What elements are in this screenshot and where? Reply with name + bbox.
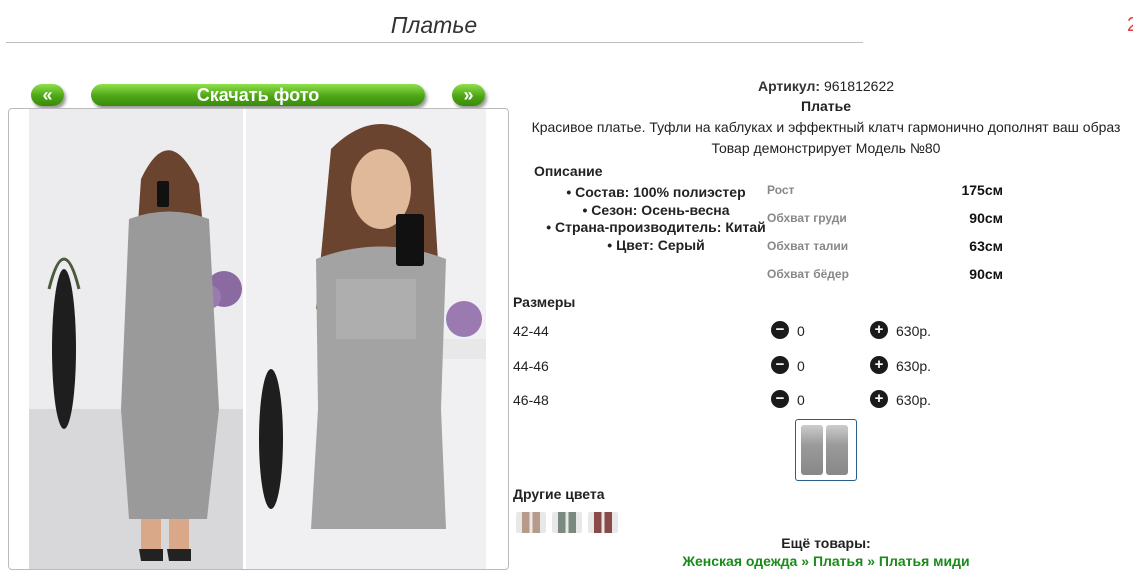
- sizes-heading: Размеры: [513, 294, 576, 310]
- model-photo-right-illustration: [246, 109, 486, 569]
- thumbnail-photo-front: [801, 425, 823, 475]
- product-photo-frame: [8, 108, 509, 570]
- corner-mark: 2: [1127, 14, 1133, 36]
- download-photo-button[interactable]: Скачать фото: [91, 84, 425, 106]
- measurement-value: 63см: [969, 238, 1003, 254]
- decrease-quantity-button[interactable]: −: [771, 390, 789, 408]
- measurement-label: Рост: [767, 183, 795, 197]
- thumbnail-photo-close-up: [826, 425, 848, 475]
- decrease-quantity-button[interactable]: −: [771, 321, 789, 339]
- size-price: 630р.: [896, 392, 932, 408]
- page-title: Платье: [390, 12, 478, 38]
- quantity-value: 0: [797, 323, 805, 339]
- breadcrumb-separator: »: [801, 553, 810, 569]
- prev-photo-button[interactable]: «: [31, 84, 64, 106]
- model-note: Товар демонстрирует Модель №80: [711, 140, 941, 156]
- more-products-heading: Ещё товары:: [781, 535, 871, 551]
- quantity-value: 0: [797, 392, 805, 408]
- increase-quantity-button[interactable]: +: [870, 321, 888, 339]
- color-variant-thumbnail[interactable]: [552, 512, 582, 533]
- measurement-value: 175см: [961, 182, 1003, 198]
- article-number: Артикул: 961812622: [520, 78, 1132, 94]
- next-photo-button[interactable]: »: [452, 84, 485, 106]
- size-label: 44-46: [513, 358, 549, 374]
- specs-list: Состав: 100% полиэстер Сезон: Осень-весн…: [530, 184, 782, 254]
- measurement-label: Обхват бёдер: [767, 267, 849, 281]
- decrease-quantity-button[interactable]: −: [771, 356, 789, 374]
- measurement-value: 90см: [969, 266, 1003, 282]
- quantity-value: 0: [797, 358, 805, 374]
- product-description: Красивое платье. Туфли на каблуках и эфф…: [531, 119, 1121, 135]
- measurement-label: Обхват груди: [767, 211, 847, 225]
- size-label: 46-48: [513, 392, 549, 408]
- other-colors-heading: Другие цвета: [513, 486, 605, 502]
- color-variant-thumbnail[interactable]: [516, 512, 546, 533]
- breadcrumb-separator: »: [867, 553, 875, 569]
- title-divider: [6, 42, 863, 43]
- specs-heading: Описание: [534, 163, 603, 179]
- increase-quantity-button[interactable]: +: [870, 356, 888, 374]
- size-price: 630р.: [896, 323, 932, 339]
- increase-quantity-button[interactable]: +: [870, 390, 888, 408]
- measurement-row: Рост 175см: [767, 182, 1003, 198]
- product-name: Платье: [801, 98, 851, 114]
- spec-item: Цвет: Серый: [530, 237, 782, 255]
- article-value: 961812622: [823, 78, 895, 94]
- spec-item: Страна-производитель: Китай: [530, 219, 782, 237]
- article-label: Артикул:: [757, 78, 821, 94]
- color-variant-thumbnail[interactable]: [588, 512, 618, 533]
- measurement-row: Обхват бёдер 90см: [767, 266, 1003, 282]
- measurement-row: Обхват талии 63см: [767, 238, 1003, 254]
- link-womens-clothing[interactable]: Женская одежда: [682, 553, 797, 569]
- size-price: 630р.: [896, 358, 932, 374]
- category-breadcrumb: Женская одежда » Платья » Платья миди: [520, 553, 1132, 569]
- measurement-value: 90см: [969, 210, 1003, 226]
- measurement-row: Обхват груди 90см: [767, 210, 1003, 226]
- spec-item: Сезон: Осень-весна: [530, 202, 782, 220]
- size-row: 42-44 − 0 + 630р.: [513, 321, 933, 343]
- model-photo-left-illustration: [29, 109, 243, 569]
- size-row: 46-48 − 0 + 630р.: [513, 390, 933, 412]
- product-photo-front[interactable]: [29, 109, 243, 569]
- link-midi-dresses[interactable]: Платья миди: [879, 553, 970, 569]
- product-photo-close-up[interactable]: [246, 109, 486, 569]
- size-row: 44-46 − 0 + 630р.: [513, 356, 933, 378]
- link-dresses[interactable]: Платья: [813, 553, 863, 569]
- spec-item: Состав: 100% полиэстер: [530, 184, 782, 202]
- product-thumbnail[interactable]: [795, 419, 857, 481]
- measurement-label: Обхват талии: [767, 239, 849, 253]
- size-label: 42-44: [513, 323, 549, 339]
